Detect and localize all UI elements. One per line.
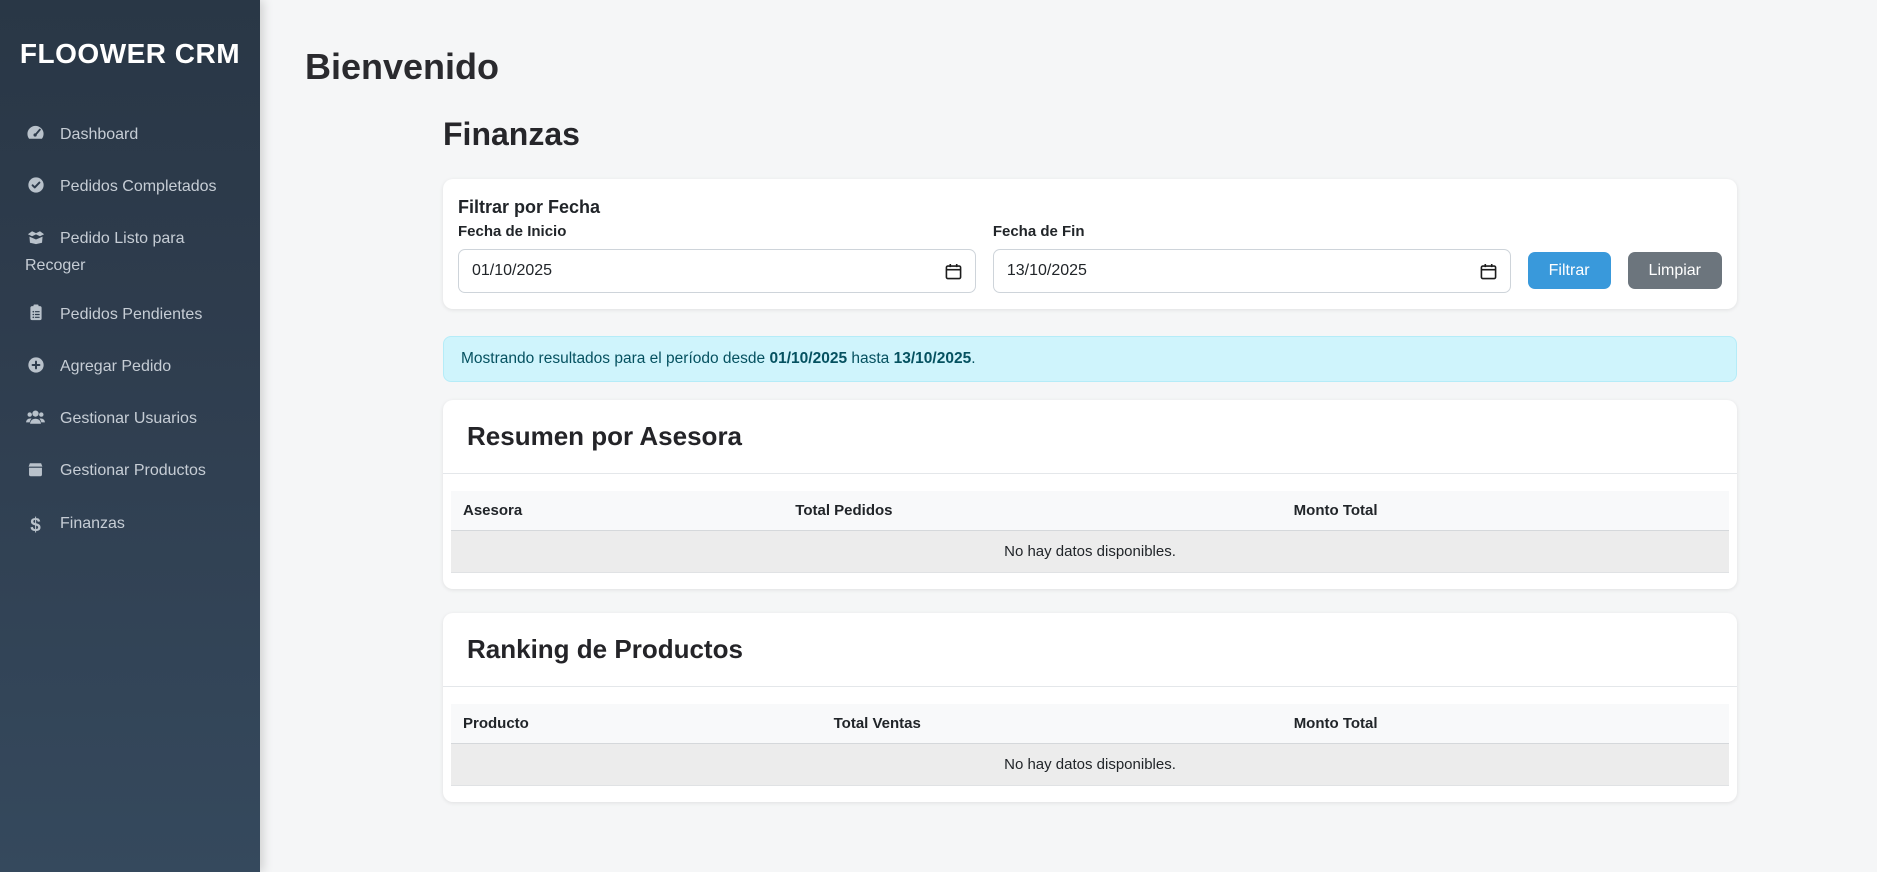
sidebar-item-pedido-listo[interactable]: Pedido Listo para Recoger: [0, 214, 260, 289]
column-header: Asesora: [451, 491, 783, 531]
sidebar-item-label: Pedido Listo para Recoger: [25, 230, 185, 273]
alert-end-date: 13/10/2025: [894, 350, 972, 367]
sidebar-item-label: Gestionar Usuarios: [60, 410, 197, 427]
sidebar-item-pedidos-completados[interactable]: Pedidos Completados: [0, 162, 260, 214]
summary-card-header: Resumen por Asesora: [443, 400, 1737, 474]
plus-circle-icon: [25, 356, 46, 381]
sidebar-item-label: Finanzas: [60, 515, 125, 532]
start-date-field: Fecha de Inicio 01/10/2025: [458, 223, 976, 293]
ranking-card: Ranking de Productos Producto Total Vent…: [443, 613, 1737, 802]
results-alert: Mostrando resultados para el período des…: [443, 336, 1737, 382]
summary-card: Resumen por Asesora Asesora Total Pedido…: [443, 400, 1737, 589]
end-date-field: Fecha de Fin 13/10/2025: [993, 223, 1511, 293]
users-icon: [25, 408, 46, 433]
alert-text: Mostrando resultados para el período des…: [461, 350, 765, 367]
filter-card: Filtrar por Fecha Fecha de Inicio 01/10/…: [443, 179, 1737, 309]
sidebar: FLOOWER CRM Dashboard Pedidos Completado…: [0, 0, 260, 872]
clear-button[interactable]: Limpiar: [1628, 252, 1722, 289]
summary-table: Asesora Total Pedidos Monto Total No hay…: [451, 491, 1729, 573]
sidebar-item-finanzas[interactable]: $ Finanzas: [0, 499, 260, 553]
finanzas-section: Finanzas Filtrar por Fecha Fecha de Inic…: [443, 116, 1737, 802]
dashboard-icon: [25, 123, 46, 149]
alert-text: hasta: [851, 350, 889, 367]
sidebar-item-label: Dashboard: [60, 126, 138, 143]
sidebar-item-label: Agregar Pedido: [60, 358, 171, 375]
sidebar-nav: Dashboard Pedidos Completados Pedido Lis…: [0, 110, 260, 552]
section-title: Finanzas: [443, 116, 1737, 153]
sidebar-item-gestionar-usuarios[interactable]: Gestionar Usuarios: [0, 394, 260, 446]
sidebar-item-label: Pedidos Completados: [60, 178, 217, 195]
dollar-icon: $: [25, 512, 46, 540]
summary-card-title: Resumen por Asesora: [467, 421, 1713, 452]
main-content: Bienvenido Finanzas Filtrar por Fecha Fe…: [260, 0, 1877, 802]
ranking-table: Producto Total Ventas Monto Total No hay…: [451, 704, 1729, 786]
table-header-row: Producto Total Ventas Monto Total: [451, 704, 1729, 744]
sidebar-item-label: Pedidos Pendientes: [60, 306, 202, 323]
box-open-icon: [25, 228, 46, 253]
end-date-value: 13/10/2025: [1007, 262, 1087, 280]
column-header: Total Pedidos: [783, 491, 1281, 531]
box-icon: [25, 461, 46, 485]
alert-text: .: [971, 350, 975, 367]
sidebar-item-label: Gestionar Productos: [60, 462, 206, 479]
column-header: Total Ventas: [822, 704, 1282, 744]
ranking-card-header: Ranking de Productos: [443, 613, 1737, 687]
calendar-icon[interactable]: [1480, 263, 1497, 280]
sidebar-item-dashboard[interactable]: Dashboard: [0, 110, 260, 162]
start-date-label: Fecha de Inicio: [458, 223, 976, 240]
check-circle-icon: [25, 176, 46, 201]
sidebar-item-agregar-pedido[interactable]: Agregar Pedido: [0, 342, 260, 394]
alert-start-date: 01/10/2025: [769, 350, 847, 367]
column-header: Monto Total: [1282, 704, 1729, 744]
end-date-label: Fecha de Fin: [993, 223, 1511, 240]
empty-table-row: No hay datos disponibles.: [451, 744, 1729, 786]
start-date-value: 01/10/2025: [472, 262, 552, 280]
ranking-card-title: Ranking de Productos: [467, 634, 1713, 665]
sidebar-item-gestionar-productos[interactable]: Gestionar Productos: [0, 446, 260, 498]
app-title: FLOOWER CRM: [0, 0, 260, 70]
start-date-input[interactable]: 01/10/2025: [458, 249, 976, 293]
empty-message: No hay datos disponibles.: [451, 531, 1729, 573]
empty-table-row: No hay datos disponibles.: [451, 531, 1729, 573]
end-date-input[interactable]: 13/10/2025: [993, 249, 1511, 293]
page-title: Bienvenido: [305, 46, 1832, 88]
sidebar-item-pedidos-pendientes[interactable]: Pedidos Pendientes: [0, 290, 260, 342]
column-header: Producto: [451, 704, 822, 744]
filter-title: Filtrar por Fecha: [458, 197, 1722, 218]
empty-message: No hay datos disponibles.: [451, 744, 1729, 786]
filter-button[interactable]: Filtrar: [1528, 252, 1611, 289]
clipboard-list-icon: [25, 303, 46, 329]
column-header: Monto Total: [1282, 491, 1729, 531]
table-header-row: Asesora Total Pedidos Monto Total: [451, 491, 1729, 531]
calendar-icon[interactable]: [945, 263, 962, 280]
